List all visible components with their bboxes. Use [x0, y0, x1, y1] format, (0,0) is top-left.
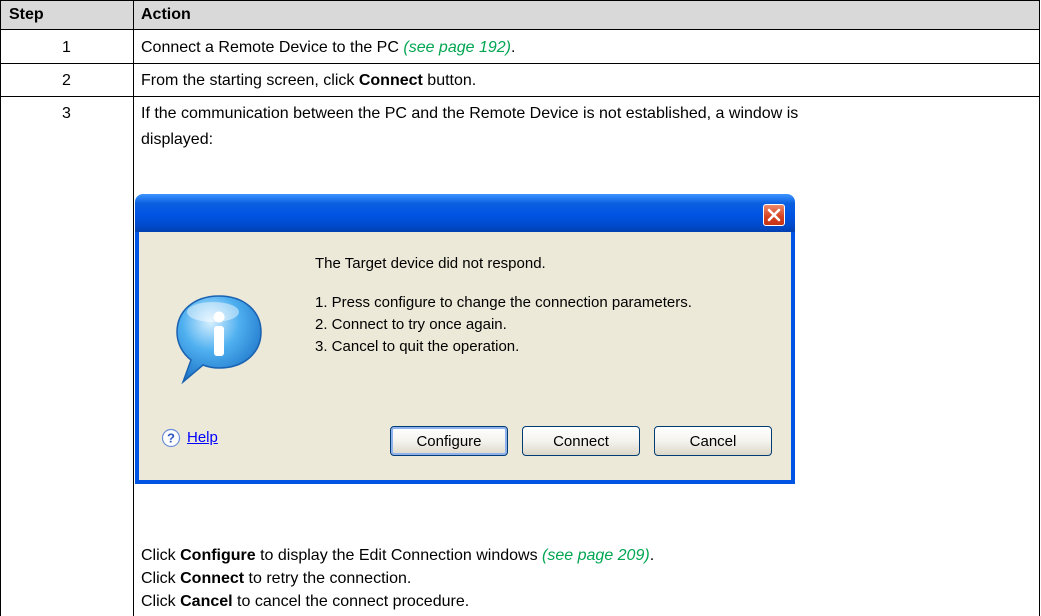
dialog-line: 2. Connect to try once again.	[315, 316, 507, 333]
note-line: Click Configure to display the Edit Conn…	[141, 547, 655, 564]
connection-error-dialog: The Target device did not respond. 1. Pr…	[135, 194, 795, 492]
dialog-title-bar	[135, 194, 795, 232]
page-link[interactable]: (see page 209)	[542, 547, 650, 564]
action-text: Connect a Remote Device to the PC (see p…	[141, 39, 516, 56]
connect-button[interactable]: Connect	[522, 426, 640, 456]
action-text: If the communication between the PC and …	[141, 105, 799, 122]
info-icon	[173, 292, 265, 388]
page-link[interactable]: (see page 192)	[403, 39, 511, 56]
help-icon: ?	[161, 428, 181, 448]
help-label[interactable]: Help	[187, 429, 218, 446]
configure-button[interactable]: Configure	[390, 426, 508, 456]
action-text: displayed:	[141, 131, 214, 148]
document-page: Step Action 1 Connect a Remote Device to…	[0, 0, 1041, 616]
step-number: 3	[62, 105, 71, 122]
table-border-left	[0, 0, 1, 616]
step-number: 1	[62, 39, 71, 56]
cancel-button[interactable]: Cancel	[654, 426, 772, 456]
svg-text:?: ?	[167, 431, 175, 446]
header-action: Action	[141, 6, 191, 23]
header-step: Step	[9, 6, 44, 23]
step-number: 2	[62, 72, 71, 89]
table-border-right	[1039, 0, 1040, 616]
table-column-divider	[133, 0, 134, 616]
row-divider	[0, 96, 1040, 97]
dialog-line: 1. Press configure to change the connect…	[315, 294, 692, 311]
dialog-heading: The Target device did not respond.	[315, 255, 546, 272]
row-divider	[0, 63, 1040, 64]
dialog-line: 3. Cancel to quit the operation.	[315, 338, 520, 355]
close-icon[interactable]	[763, 204, 785, 226]
note-line: Click Cancel to cancel the connect proce…	[141, 593, 470, 610]
action-text: From the starting screen, click Connect …	[141, 72, 477, 89]
note-line: Click Connect to retry the connection.	[141, 570, 412, 587]
